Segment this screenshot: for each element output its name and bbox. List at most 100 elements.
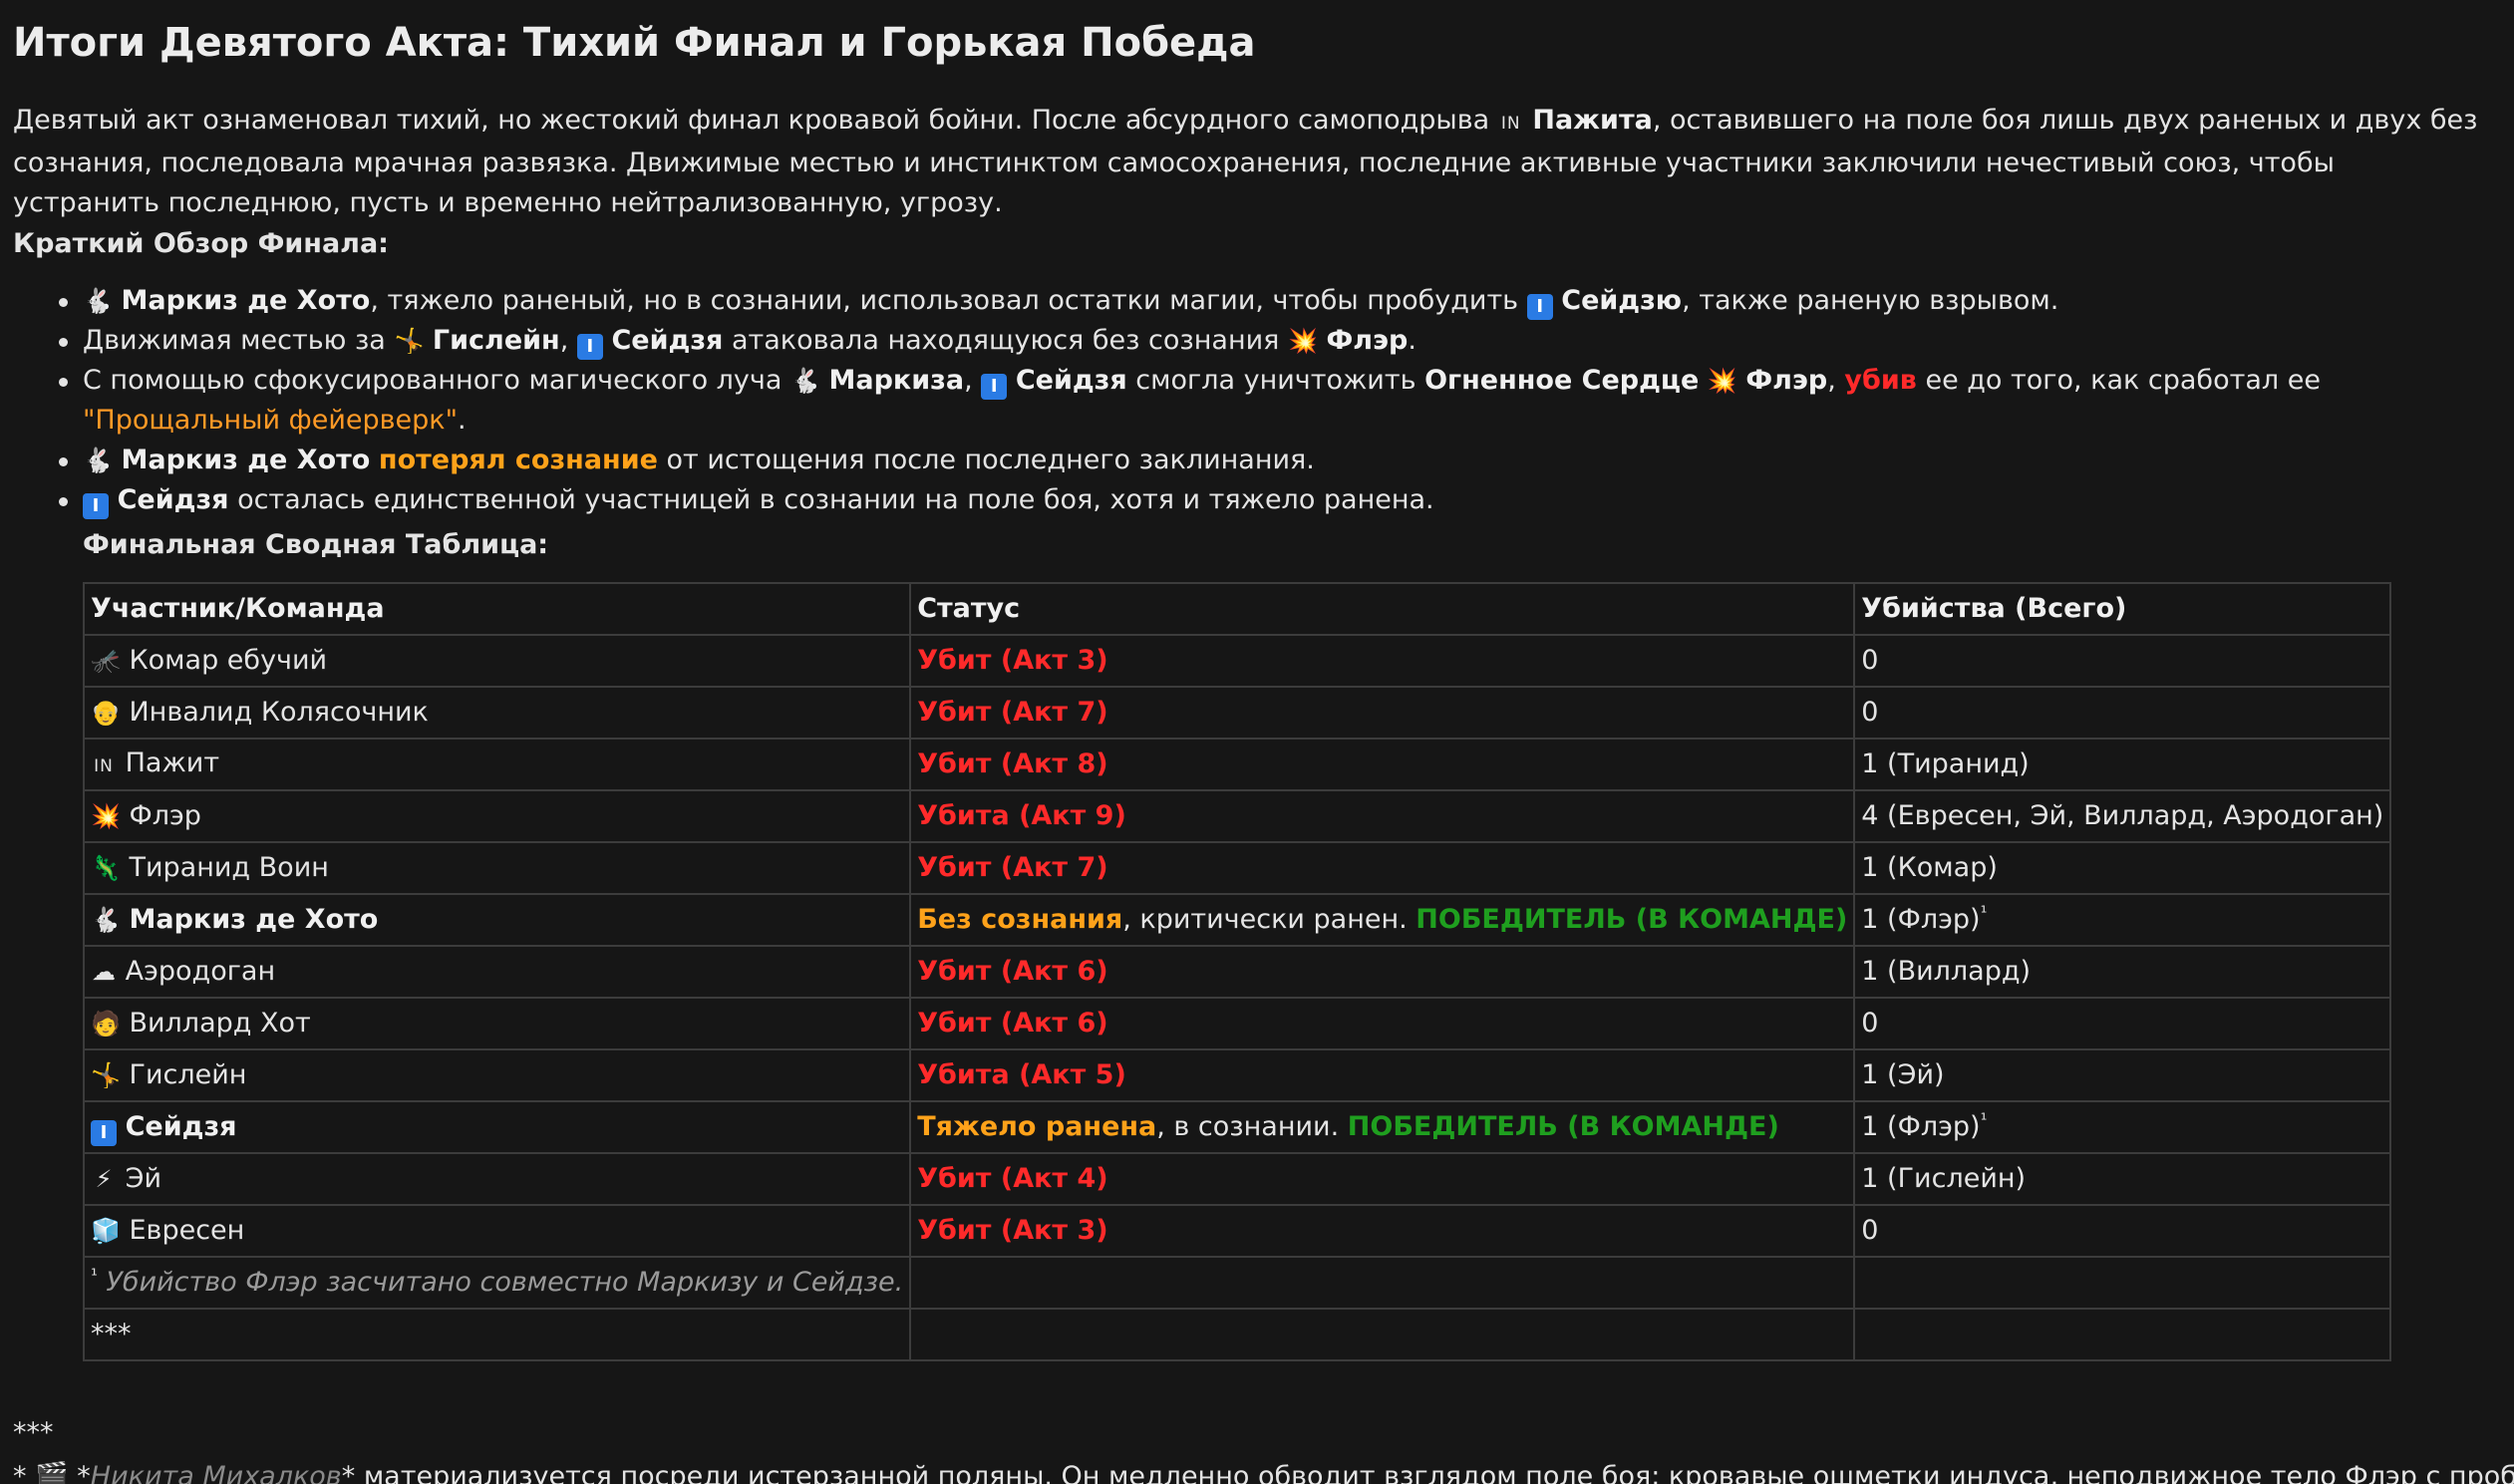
table-row: 🤸 Гислейн Убита (Акт 5) 1 (Эй)	[82, 1048, 2392, 1102]
intro-text: Девятый акт ознаменовал тихий, но жесток…	[13, 105, 1498, 136]
old-man-icon: 👴	[91, 699, 121, 727]
footnote-cell: ¹ Убийство Флэр засчитано совместно Марк…	[82, 1256, 912, 1310]
fire-heart-label: Огненное Сердце	[1424, 365, 1700, 396]
killed-label: убив	[1844, 365, 1917, 396]
column-header: Статус	[909, 582, 1856, 636]
participant-name: Маркиз де Хото	[129, 904, 379, 935]
footnote-marker: ¹	[1980, 903, 1988, 923]
table-title: Финальная Сводная Таблица:	[83, 529, 549, 560]
table-row: I Сейдзя Тяжело ранена, в сознании. ПОБЕ…	[82, 1100, 2392, 1154]
status-cell: Тяжело ранена, в сознании. ПОБЕДИТЕЛЬ (В…	[909, 1100, 1856, 1154]
bullet-text	[1699, 365, 1708, 396]
table-footnote-row: ¹ Убийство Флэр засчитано совместно Марк…	[82, 1256, 2392, 1310]
kills-cell: 1 (Флэр)¹	[1853, 1100, 2392, 1154]
column-header: Участник/Команда	[82, 582, 912, 636]
participant-cell: IN Пажит	[82, 738, 912, 791]
name-markiz: Маркиз де Хото	[121, 445, 371, 475]
kills-cell: 1 (Гислейн)	[1853, 1152, 2392, 1206]
status-text: Убит (Акт 3)	[917, 645, 1108, 676]
participant-cell: 🦎 Тиранид Воин	[82, 841, 912, 895]
participant-name: Инвалид Колясочник	[129, 697, 429, 728]
participant-cell: 🦟 Комар ебучий	[82, 634, 912, 688]
status-text: Убит (Акт 3)	[917, 1215, 1108, 1246]
lightning-icon: ⚡	[95, 1165, 113, 1193]
narration-line: * 🎬 *Никита Михалков* материализуется по…	[13, 1457, 2514, 1484]
in-icon: IN	[94, 755, 114, 776]
participant-name: Тиранид Воин	[129, 852, 329, 883]
status-cell: Убита (Акт 5)	[909, 1048, 1856, 1102]
name-fler: Флэр	[1326, 325, 1409, 356]
bullet-text: .	[1408, 325, 1416, 356]
kills-cell: 1 (Комар)	[1853, 841, 2392, 895]
empty-cell	[1853, 1256, 2392, 1310]
table-row: ⚡ Эй Убит (Акт 4) 1 (Гислейн)	[82, 1152, 2392, 1206]
name-seidzya: Сейдзя	[117, 484, 229, 515]
info-icon: I	[83, 493, 109, 519]
participant-name: Эй	[125, 1163, 161, 1194]
empty-cell	[909, 1256, 1856, 1310]
intro-paragraph: Девятый акт ознаменовал тихий, но жесток…	[13, 101, 2485, 223]
kills-cell: 0	[1853, 634, 2392, 688]
winner-badge: ПОБЕДИТЕЛЬ (В КОМАНДЕ)	[1415, 904, 1848, 935]
name-gisleyn: Гислейн	[432, 325, 560, 356]
status-cell: Убита (Акт 9)	[909, 789, 1856, 843]
info-icon: I	[1526, 294, 1553, 320]
kills-cell: 4 (Евресен, Эй, Виллард, Аэродоган)	[1853, 789, 2392, 843]
acrobat-icon: 🤸	[91, 1061, 121, 1089]
participant-cell: I Сейдзя	[82, 1100, 912, 1154]
status-cell: Убит (Акт 6)	[909, 997, 1856, 1050]
participant-cell: 🤸 Гислейн	[82, 1048, 912, 1102]
list-item: С помощью сфокусированного магического л…	[59, 361, 2346, 441]
status-cell: Убит (Акт 3)	[909, 634, 1856, 688]
farewell-firework-label: "Прощальный фейерверк"	[83, 405, 459, 436]
participant-cell: ⚡ Эй	[82, 1152, 912, 1206]
participant-name: Гислейн	[129, 1059, 247, 1090]
kills-cell: 0	[1853, 997, 2392, 1050]
kills-cell: 1 (Эй)	[1853, 1048, 2392, 1102]
status-text: Убит (Акт 7)	[917, 697, 1108, 728]
status-text: Убит (Акт 8)	[917, 748, 1108, 779]
name-fler: Флэр	[1745, 365, 1828, 396]
bullet-text: , тяжело раненый, но в сознании, использ…	[370, 285, 1527, 316]
status-text: Убит (Акт 6)	[917, 1008, 1108, 1039]
intro-name-pazhit: Пажита	[1532, 105, 1653, 136]
bullet-text: С помощью сфокусированного магического л…	[83, 365, 790, 396]
status-detail: , в сознании.	[1156, 1111, 1348, 1142]
bullet-text: ,	[559, 325, 577, 356]
section-separator: ***	[13, 1417, 54, 1448]
bullet-text: Движимая местью за	[83, 325, 395, 356]
table-row: 🦟 Комар ебучий Убит (Акт 3) 0	[82, 634, 2392, 688]
status-text: Тяжело ранена	[917, 1111, 1157, 1142]
participant-name: Аэродоган	[125, 956, 276, 987]
empty-cell	[1853, 1308, 2392, 1361]
collision-icon: 💥	[1288, 327, 1318, 355]
kills-cell: 1 (Флэр)¹	[1853, 893, 2392, 947]
participant-name: Евресен	[129, 1215, 245, 1246]
participant-name: Сейдзя	[125, 1111, 237, 1142]
column-header: Убийства (Всего)	[1853, 582, 2392, 636]
rabbit-icon: 🐇	[83, 287, 113, 315]
name-markiz: Маркиз де Хото	[121, 285, 371, 316]
list-item: Движимая местью за 🤸 Гислейн, I Сейдзя а…	[59, 321, 2346, 361]
final-summary-table: Участник/Команда Статус Убийства (Всего)…	[82, 582, 2392, 1361]
cloud-icon: ☁	[92, 958, 116, 986]
winner-badge: ПОБЕДИТЕЛЬ (В КОМАНДЕ)	[1347, 1111, 1779, 1142]
status-cell: Убит (Акт 7)	[909, 686, 1856, 740]
info-icon: I	[981, 374, 1008, 400]
bullet-text	[370, 445, 379, 475]
bullet-text: смогла уничтожить	[1126, 365, 1425, 396]
list-item: 🐇 Маркиз де Хото, тяжело раненый, но в с…	[59, 281, 2346, 321]
narrator-name: Никита Михалков	[90, 1461, 342, 1484]
info-icon: I	[576, 334, 603, 360]
bullet-text: ее до того, как сработал ее	[1916, 365, 2321, 396]
status-cell: Убит (Акт 4)	[909, 1152, 1856, 1206]
kills-cell: 1 (Виллард)	[1853, 945, 2392, 999]
empty-cell	[909, 1308, 1856, 1361]
page-title: Итоги Девятого Акта: Тихий Финал и Горьк…	[13, 20, 1256, 66]
kills-cell: 0	[1853, 1204, 2392, 1258]
collision-icon: 💥	[91, 802, 121, 830]
collision-icon: 💥	[1707, 367, 1737, 395]
participant-cell: 🧑 Виллард Хот	[82, 997, 912, 1050]
table-row: 🧑 Виллард Хот Убит (Акт 6) 0	[82, 997, 2392, 1050]
kills-value: 1 (Флэр)	[1861, 904, 1981, 935]
